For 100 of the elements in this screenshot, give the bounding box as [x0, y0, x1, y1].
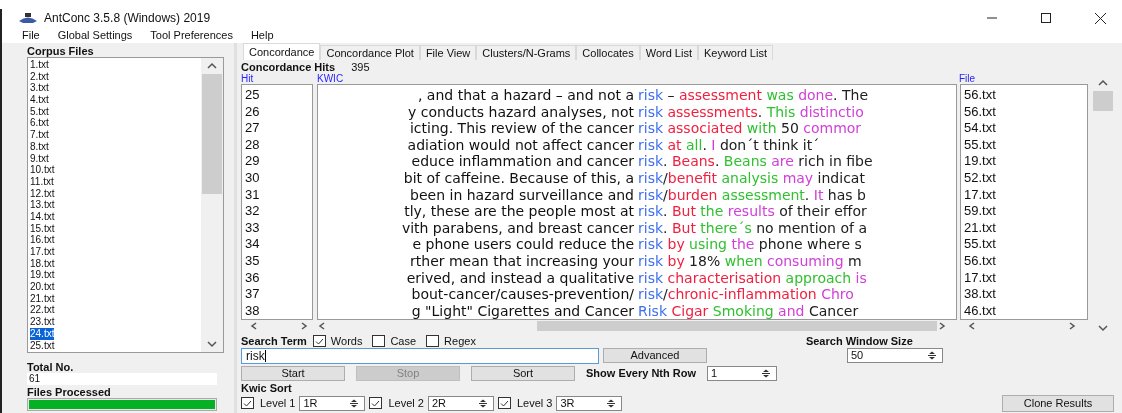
- tab[interactable]: Concordance: [243, 43, 321, 60]
- right-context: . The: [833, 87, 869, 104]
- file-list-item[interactable]: 8.txt: [30, 140, 49, 153]
- keyword: Risk: [638, 302, 668, 320]
- scroll-left-icon[interactable]: [317, 322, 327, 330]
- menu-item[interactable]: Tool Preferences: [150, 26, 233, 44]
- close-icon[interactable]: [1095, 12, 1106, 24]
- file-list-item[interactable]: 18.txt: [30, 257, 55, 270]
- menu-item[interactable]: Help: [250, 26, 274, 44]
- section-label: Total No.: [27, 361, 75, 373]
- file-name: 59.txt: [964, 203, 996, 220]
- tab[interactable]: Concordance Plot: [320, 45, 420, 60]
- file-list-item[interactable]: 4.txt: [30, 94, 49, 106]
- left-context: bout-cancer/causes-prevention/: [411, 286, 634, 303]
- scrollbar[interactable]: [201, 58, 223, 352]
- file-list-item[interactable]: 10.txt: [30, 164, 55, 176]
- file-list-item[interactable]: 19.txt: [30, 269, 55, 282]
- right-context: 50: [780, 120, 799, 137]
- checkbox[interactable]: [312, 335, 326, 347]
- right-context: benefit: [667, 169, 718, 187]
- file-list-item[interactable]: 14.txt: [30, 210, 55, 223]
- checkbox[interactable]: [372, 335, 386, 347]
- spin-field[interactable]: 1R: [299, 395, 366, 411]
- file-list-item[interactable]: 17.txt: [30, 246, 55, 258]
- right-context: .: [663, 203, 669, 220]
- file-name: 38.txt: [964, 286, 996, 303]
- search-field[interactable]: risk: [241, 347, 599, 364]
- scroll-right-icon[interactable]: [299, 322, 309, 330]
- scroll-up-icon[interactable]: [1098, 79, 1108, 87]
- file-list-item[interactable]: 21.txt: [30, 292, 55, 305]
- scroll-down-icon[interactable]: [1098, 324, 1108, 332]
- tab[interactable]: Word List: [639, 45, 698, 60]
- spin-field[interactable]: 50: [847, 348, 943, 363]
- checkbox[interactable]: [497, 397, 511, 409]
- scrollbar-thumb[interactable]: [1093, 91, 1113, 111]
- file-list-item[interactable]: 6.txt: [30, 117, 49, 130]
- left-context: adiation would not affect cancer: [407, 136, 634, 154]
- left-context: vith parabens, and breast cancer: [401, 219, 634, 237]
- maximize-icon[interactable]: [1041, 13, 1051, 23]
- tab[interactable]: Keyword List: [697, 45, 773, 60]
- scrollbar-thumb[interactable]: [537, 321, 937, 331]
- right-context: But: [671, 219, 696, 237]
- scroll-right-icon[interactable]: [937, 322, 947, 330]
- file-list-item[interactable]: 9.txt: [30, 152, 49, 165]
- file-list-item[interactable]: 7.txt: [30, 129, 49, 141]
- scroll-right-icon[interactable]: [1067, 322, 1077, 330]
- spin-field[interactable]: 2R: [427, 395, 494, 411]
- section-label: Kwic Sort: [241, 382, 292, 394]
- right-context: analysis: [720, 169, 779, 187]
- section-label: Corpus Files: [27, 45, 95, 57]
- file-list-item[interactable]: 15.txt: [30, 222, 55, 235]
- file-list-item[interactable]: 12.txt: [30, 187, 55, 200]
- file-list-item[interactable]: 23.txt: [30, 316, 55, 328]
- file-list-item[interactable]: 3.txt: [30, 82, 49, 95]
- file-list-item[interactable]: 22.txt: [30, 304, 55, 317]
- scroll-left-icon[interactable]: [967, 322, 977, 330]
- left-context: erived, and instead a qualitative: [406, 269, 634, 287]
- menu-item[interactable]: File: [22, 26, 40, 44]
- right-context: .: [757, 103, 764, 121]
- right-context: results: [726, 203, 775, 220]
- check-icon: [314, 337, 324, 345]
- file-list-item[interactable]: 16.txt: [30, 234, 55, 246]
- file-list-item[interactable]: 5.txt: [30, 105, 49, 118]
- spin-field[interactable]: 3R: [556, 395, 623, 411]
- tab[interactable]: Clusters/N-Grams: [476, 45, 577, 60]
- file-list-item[interactable]: 25.txt: [30, 339, 55, 352]
- checkbox[interactable]: [369, 397, 383, 409]
- checkbox[interactable]: [426, 335, 440, 347]
- clone-results-button[interactable]: Clone Results: [1002, 394, 1114, 412]
- hit-number: 35: [245, 252, 260, 270]
- scroll-down-icon[interactable]: [207, 340, 217, 348]
- right-context: was: [765, 87, 794, 104]
- file-list-item[interactable]: 2.txt: [30, 70, 49, 83]
- tab[interactable]: Collocates: [576, 45, 640, 60]
- scroll-left-icon[interactable]: [249, 322, 259, 330]
- column-header[interactable]: Hit: [241, 73, 317, 84]
- left-context: tly, these are the people most at: [404, 203, 634, 220]
- right-context: But: [671, 203, 696, 220]
- file-list-item[interactable]: 1.txt: [30, 59, 49, 71]
- menu-item[interactable]: Global Settings: [57, 26, 133, 44]
- scroll-up-icon[interactable]: [207, 62, 217, 70]
- tab[interactable]: File View: [419, 45, 477, 60]
- right-context: assessment: [720, 186, 805, 204]
- file-list-item[interactable]: 13.txt: [30, 199, 55, 211]
- scrollbar-thumb[interactable]: [202, 74, 222, 194]
- file-name: 17.txt: [964, 186, 996, 204]
- keyword: risk: [638, 136, 664, 154]
- hit-number: 36: [245, 269, 260, 287]
- checkbox[interactable]: [241, 397, 254, 409]
- column-header[interactable]: KWIC: [317, 73, 959, 84]
- file-list-item[interactable]: 20.txt: [30, 281, 55, 293]
- file-list-item[interactable]: 24.txt: [30, 327, 55, 340]
- column-header[interactable]: File: [959, 73, 976, 84]
- advanced-button[interactable]: Advanced: [603, 348, 707, 363]
- right-context: is: [854, 269, 867, 287]
- action-button[interactable]: Sort: [471, 365, 575, 381]
- action-button[interactable]: Start: [241, 365, 345, 381]
- right-context: /: [663, 186, 668, 204]
- spin-field[interactable]: 1: [707, 365, 778, 381]
- file-list-item[interactable]: 11.txt: [30, 175, 54, 188]
